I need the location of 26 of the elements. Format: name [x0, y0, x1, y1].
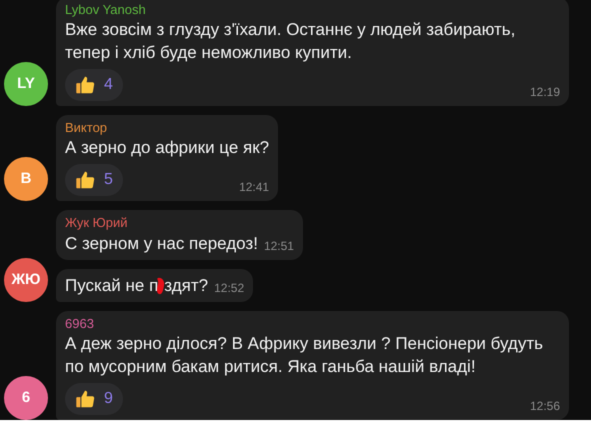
avatar[interactable]: В: [4, 157, 48, 201]
message-text: здят?: [164, 275, 208, 297]
message-time: 12:19: [530, 84, 560, 101]
message-text: А зерно до африки це як?: [65, 137, 270, 159]
thumbs-up-icon: [74, 169, 96, 191]
author-name: Виктор: [65, 119, 108, 136]
message-time: 12:41: [239, 179, 270, 196]
reaction-pill[interactable]: 9: [65, 383, 123, 415]
thumbs-up-icon: [74, 74, 96, 96]
author-name: Lybov Yanosh: [65, 1, 147, 18]
message-text: А деж зерно ділося? В Африку вивезли ? Пенсіонери будуть по мусорним бакам ритися. Яка ганьба нашій владі!: [65, 333, 544, 378]
message-text: Пускай не п: [65, 275, 158, 297]
reaction-pill[interactable]: 5: [65, 164, 123, 196]
avatar[interactable]: LY: [4, 62, 48, 106]
message-text: Вже зовсім з глузду з'їхали. Останнє у людей забирають, тепер і хліб буде неможливо купити.: [65, 19, 516, 64]
message-time: 12:56: [530, 398, 560, 415]
avatar[interactable]: ЖЮ: [4, 258, 48, 302]
message-time: 12:52: [214, 281, 244, 295]
avatar[interactable]: 6: [4, 376, 48, 420]
thumbs-up-icon: [74, 388, 96, 410]
message-text: С зерном у нас передоз!: [65, 233, 258, 255]
scribble-icon: [156, 276, 166, 296]
author-name: 6963: [65, 315, 95, 332]
author-name: Жук Юрий: [65, 214, 129, 231]
message-time: 12:51: [264, 239, 294, 253]
reaction-pill[interactable]: 4: [65, 69, 123, 101]
